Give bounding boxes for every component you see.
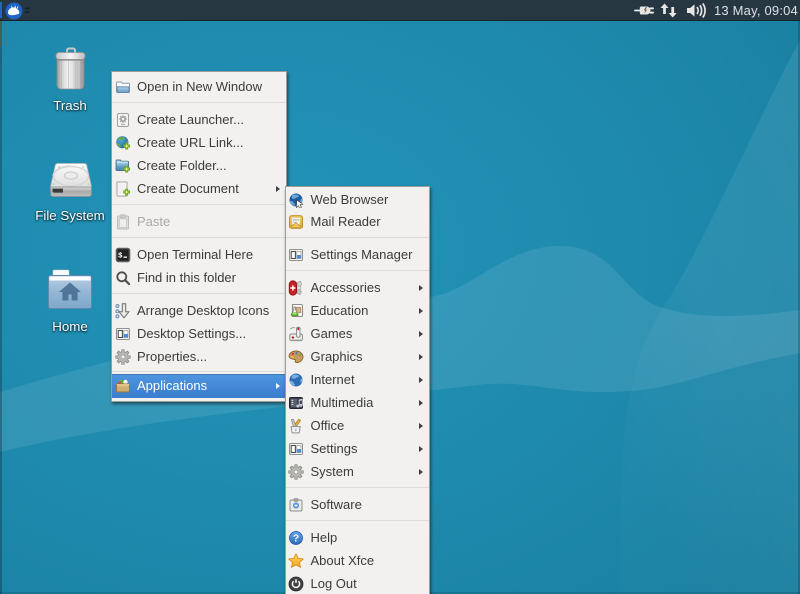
svg-text:$: $: [118, 252, 123, 260]
svg-text:?: ?: [292, 532, 298, 544]
